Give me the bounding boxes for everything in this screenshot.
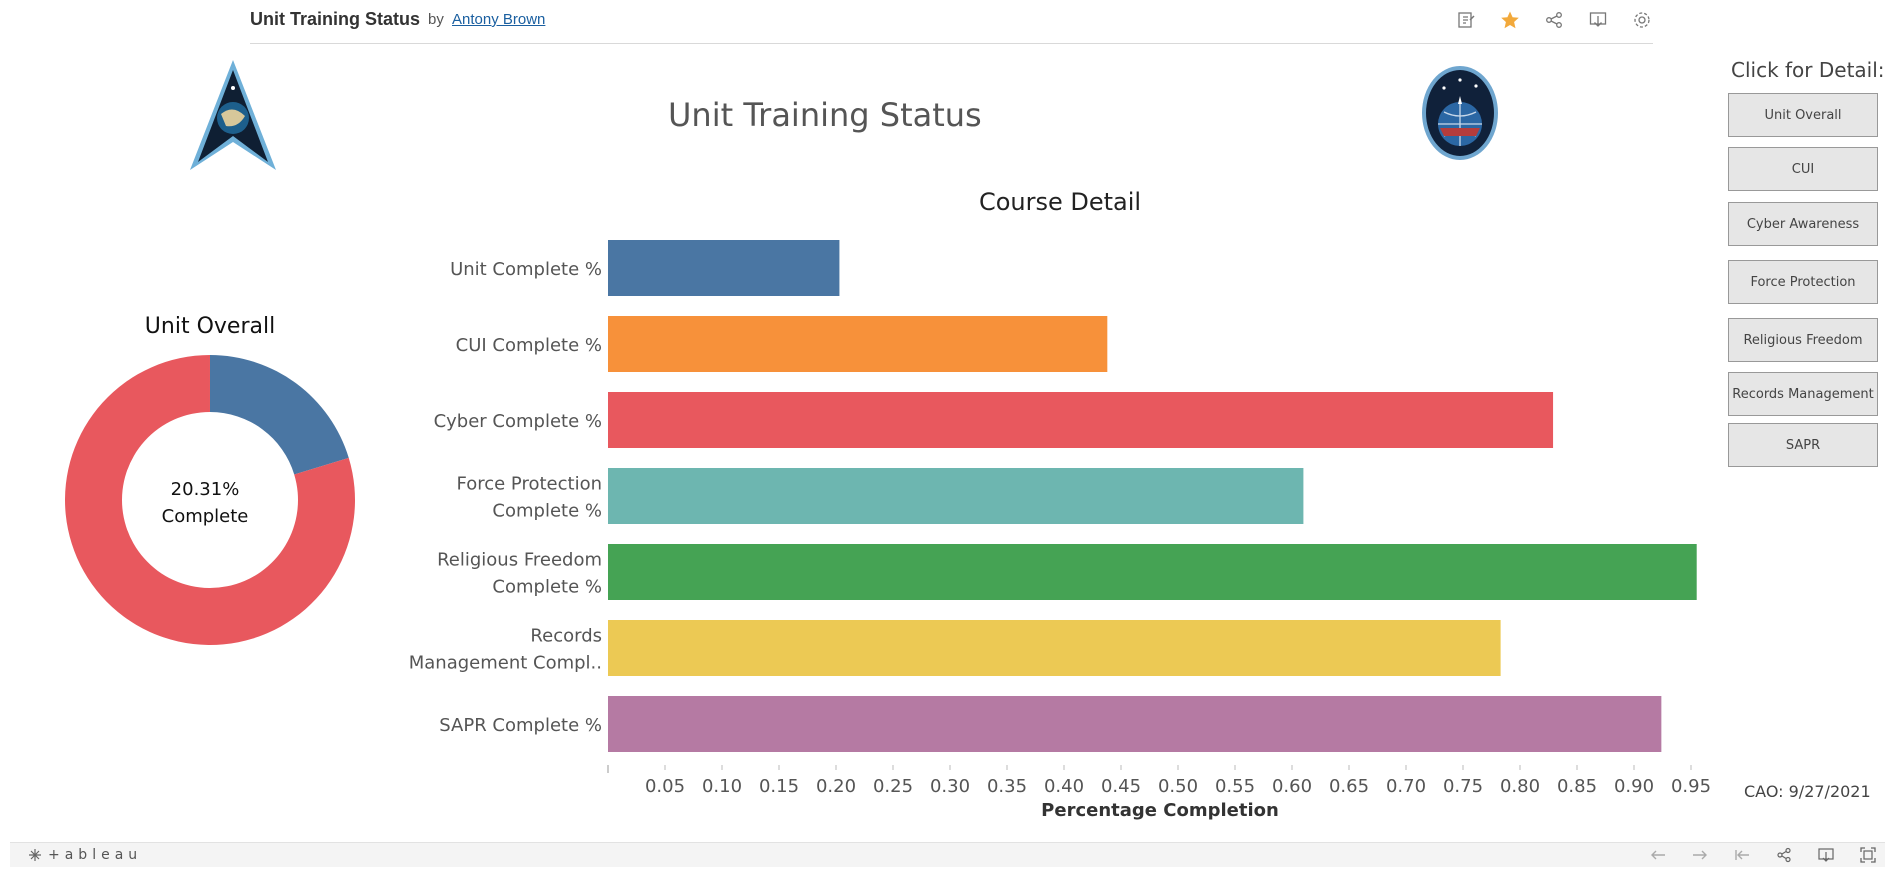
tableau-brand[interactable]: +ableau — [28, 847, 142, 863]
donut-percent-text: 20.31% — [170, 479, 240, 500]
detail-panel-heading: Click for Detail: — [1731, 58, 1885, 82]
x-tick-label: 0.55 — [1215, 776, 1255, 797]
bottom-toolbar-icons — [1647, 845, 1879, 865]
unit-emblem-logo — [1420, 64, 1500, 166]
revert-icon[interactable] — [1731, 845, 1753, 865]
category-label: Unit Complete % — [450, 259, 602, 280]
x-axis-title: Percentage Completion — [1041, 800, 1279, 821]
viz-toolbar: +ableau — [10, 842, 1885, 867]
x-tick-label: 0.35 — [987, 776, 1027, 797]
bar[interactable] — [608, 240, 840, 296]
x-tick-label: 0.10 — [702, 776, 742, 797]
download-icon[interactable] — [1587, 8, 1609, 32]
bar[interactable] — [608, 316, 1108, 372]
detail-button-religious-freedom[interactable]: Religious Freedom — [1728, 318, 1878, 362]
favorite-star-icon[interactable] — [1499, 8, 1521, 32]
x-tick-label: 0.30 — [930, 776, 970, 797]
dashboard-title: Unit Training Status — [668, 96, 982, 134]
donut-center-label: 20.31% Complete — [125, 476, 285, 530]
category-label: Religious Freedom Complete % — [437, 550, 602, 598]
course-detail-bar-chart: Unit Complete % CUI Complete % Cyber Compl… — [409, 240, 1711, 797]
detail-button-records-management[interactable]: Records Management — [1728, 372, 1878, 416]
x-tick-label: 0.90 — [1614, 776, 1654, 797]
donut-slice-complete[interactable] — [210, 355, 349, 475]
category-label: Cyber Complete % — [434, 411, 602, 432]
x-tick-label: 0.50 — [1158, 776, 1198, 797]
detail-button-sapr[interactable]: SAPR — [1728, 423, 1878, 467]
detail-button-cui[interactable]: CUI — [1728, 147, 1878, 191]
chart-title: Course Detail — [978, 188, 1142, 216]
x-tick-label: 0.05 — [645, 776, 685, 797]
bar[interactable] — [608, 620, 1501, 676]
x-tick-label: 0.45 — [1101, 776, 1141, 797]
undo-icon[interactable] — [1647, 845, 1669, 865]
x-tick-label: 0.60 — [1272, 776, 1312, 797]
fullscreen-icon[interactable] — [1857, 845, 1879, 865]
share-icon[interactable] — [1773, 845, 1795, 865]
x-tick-label: 0.70 — [1386, 776, 1426, 797]
detail-button-cyber-awareness[interactable]: Cyber Awareness — [1728, 202, 1878, 246]
detail-button-force-protection[interactable]: Force Protection — [1728, 260, 1878, 304]
download-icon[interactable] — [1815, 845, 1837, 865]
x-tick-label: 0.20 — [816, 776, 856, 797]
x-tick-label: 0.40 — [1044, 776, 1084, 797]
bar[interactable] — [608, 468, 1304, 524]
share-icon[interactable] — [1543, 8, 1565, 32]
author-link[interactable]: Antony Brown — [452, 11, 545, 28]
cao-date-text: CAO: 9/27/2021 — [1744, 782, 1871, 801]
tableau-brand-text: +ableau — [48, 847, 143, 863]
x-tick-label: 0.80 — [1500, 776, 1540, 797]
x-tick-label: 0.95 — [1671, 776, 1711, 797]
x-tick-label: 0.15 — [759, 776, 799, 797]
category-label: Force Protection Complete % — [457, 474, 603, 522]
x-tick-label: 0.65 — [1329, 776, 1369, 797]
bar[interactable] — [608, 696, 1662, 752]
bar[interactable] — [608, 392, 1554, 448]
x-tick-label: 0.75 — [1443, 776, 1483, 797]
x-tick-label: 0.25 — [873, 776, 913, 797]
header-toolbar — [1455, 8, 1653, 32]
category-label: CUI Complete % — [456, 335, 602, 356]
donut-title: Unit Overall — [144, 314, 276, 339]
viz-title: Unit Training Status — [250, 9, 421, 29]
viz-header: Unit Training Status by Antony Brown — [250, 0, 1653, 44]
detail-button-unit-overall[interactable]: Unit Overall — [1728, 93, 1878, 137]
category-label: Records Management Compl.. — [409, 626, 602, 674]
donut-complete-text: Complete — [161, 506, 249, 527]
x-tick-label: 0.85 — [1557, 776, 1597, 797]
bar[interactable] — [608, 544, 1697, 600]
redo-icon[interactable] — [1689, 845, 1711, 865]
by-text: by — [428, 11, 444, 28]
edit-icon[interactable] — [1455, 8, 1477, 32]
settings-gear-icon[interactable] — [1631, 8, 1653, 32]
category-label: SAPR Complete % — [439, 715, 602, 736]
tableau-logo-icon — [29, 849, 41, 861]
space-force-delta-logo — [188, 58, 278, 176]
